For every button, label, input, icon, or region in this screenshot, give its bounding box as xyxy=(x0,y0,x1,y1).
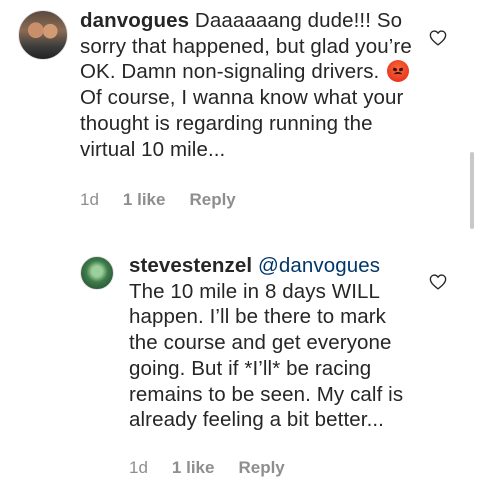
comment-2-username[interactable]: stevestenzel xyxy=(129,254,252,277)
angry-face-emoji-icon xyxy=(387,60,410,83)
comment-1-text: danvogues Daaaaaang dude!!! So sorry tha… xyxy=(80,8,420,162)
comment-2-meta: 1d 1 like Reply xyxy=(129,458,285,478)
danvogues-avatar[interactable] xyxy=(18,10,68,60)
stevestenzel-avatar[interactable] xyxy=(80,256,114,290)
heart-outline-icon[interactable] xyxy=(429,30,447,46)
comment-2-timestamp: 1d xyxy=(129,458,148,477)
comment-1-body-part-2: Of course, I wanna know what your though… xyxy=(80,86,404,161)
comments-panel: danvogues Daaaaaang dude!!! So sorry tha… xyxy=(0,0,480,501)
comment-1-meta: 1d 1 like Reply xyxy=(80,190,236,210)
scrollbar-thumb[interactable] xyxy=(470,152,474,229)
comment-1-username[interactable]: danvogues xyxy=(80,9,189,32)
comment-1-likes[interactable]: 1 like xyxy=(123,190,166,210)
comment-1-timestamp: 1d xyxy=(80,190,99,209)
comment-2-reply-button[interactable]: Reply xyxy=(238,458,284,478)
comment-2-text: stevestenzel @danvogues The 10 mile in 8… xyxy=(129,253,419,433)
comment-2-likes[interactable]: 1 like xyxy=(172,458,215,478)
comment-2-body: The 10 mile in 8 days WILL happen. I’ll … xyxy=(129,279,404,432)
heart-outline-icon[interactable] xyxy=(429,274,447,290)
comment-1-reply-button[interactable]: Reply xyxy=(189,190,235,210)
comment-2-mention[interactable]: @danvogues xyxy=(258,254,380,277)
